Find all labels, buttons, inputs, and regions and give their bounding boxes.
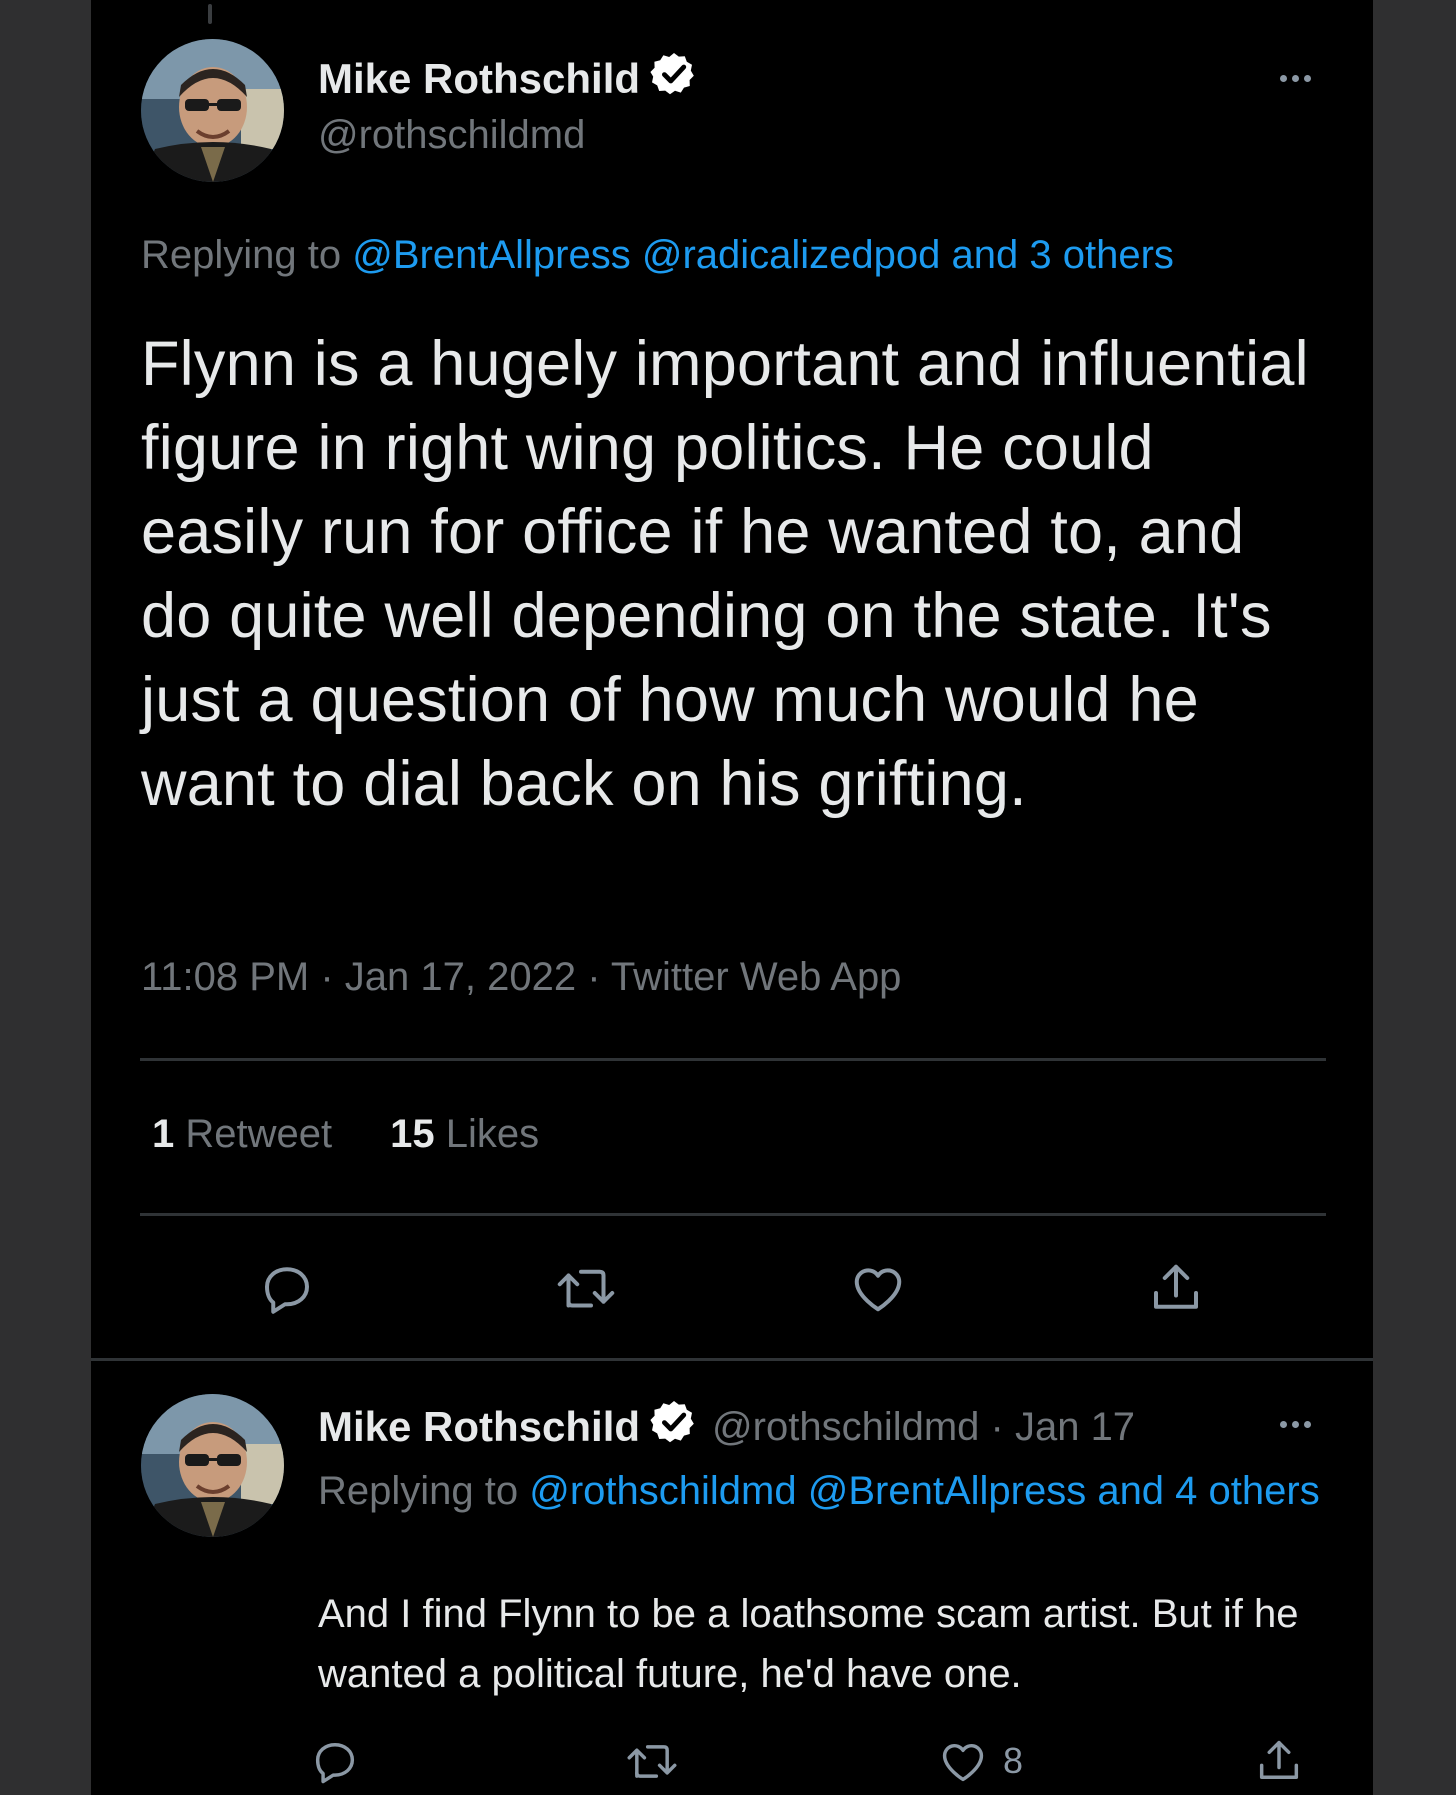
share-icon: [1154, 1264, 1198, 1309]
replying-to-label: Replying to: [141, 233, 342, 277]
like-button[interactable]: [848, 1258, 908, 1318]
like-icon: [942, 1743, 984, 1782]
retweet-icon: [557, 1269, 615, 1308]
replying-to-links[interactable]: @rothschildmd @BrentAllpress and 4 other…: [529, 1469, 1319, 1513]
divider: [140, 1213, 1326, 1216]
likes-label: Likes: [445, 1112, 540, 1156]
reply-button[interactable]: [309, 1735, 361, 1787]
more-options-icon[interactable]: [1280, 1421, 1311, 1428]
author-display-name[interactable]: Mike Rothschild: [318, 55, 640, 103]
tweet-timestamp[interactable]: 11:08 PM · Jan 17, 2022 · Twitter Web Ap…: [141, 955, 901, 1000]
verified-badge-icon: [650, 50, 698, 108]
author-name-row: Mike Rothschild: [318, 50, 698, 108]
verified-badge-icon: [650, 1398, 698, 1456]
replying-to-label: Replying to: [318, 1469, 519, 1513]
reply-tweet-text: And I find Flynn to be a loathsome scam …: [318, 1592, 1299, 1696]
divider: [140, 1058, 1326, 1061]
reply-button[interactable]: [257, 1258, 317, 1318]
author-handle[interactable]: @rothschildmd: [318, 113, 585, 158]
share-button[interactable]: [1253, 1735, 1305, 1787]
section-divider: [91, 1358, 1373, 1361]
retweet-button[interactable]: [553, 1258, 619, 1318]
tweet-text: Flynn is a hugely important and influent…: [141, 329, 1309, 819]
retweet-icon: [627, 1745, 677, 1778]
reply-handle-date[interactable]: @rothschildmd · Jan 17: [712, 1405, 1135, 1450]
reply-replying-to-line: Replying to @rothschildmd @BrentAllpress…: [318, 1461, 1328, 1521]
reply-author-display-name[interactable]: Mike Rothschild: [318, 1403, 640, 1451]
like-button[interactable]: 8: [937, 1735, 1023, 1787]
retweet-label: Retweet: [185, 1112, 333, 1156]
engagement-stats: 1 Retweet 15 Likes: [152, 1112, 539, 1157]
reply-like-count: 8: [1003, 1740, 1024, 1781]
tweet-thread: Mike Rothschild @rothschildmd Replying t…: [91, 0, 1373, 1795]
replying-to-links[interactable]: @BrentAllpress @radicalizedpod and 3 oth…: [352, 233, 1174, 277]
reply-icon: [315, 1743, 355, 1784]
like-icon: [854, 1268, 902, 1312]
likes-stat[interactable]: 15 Likes: [390, 1112, 539, 1157]
thread-connector-line: [208, 4, 212, 24]
avatar[interactable]: [141, 39, 284, 182]
retweet-button[interactable]: [623, 1735, 681, 1787]
more-options-icon[interactable]: [1280, 75, 1311, 82]
retweet-stat[interactable]: 1 Retweet: [152, 1112, 332, 1157]
reply-author-row: Mike Rothschild @rothschildmd · Jan 17: [318, 1398, 1135, 1456]
share-button[interactable]: [1146, 1258, 1206, 1318]
share-icon: [1259, 1740, 1299, 1779]
reply-icon: [265, 1267, 309, 1314]
retweet-count: 1: [152, 1112, 175, 1156]
avatar[interactable]: [141, 1394, 284, 1537]
replying-to-line: Replying to @BrentAllpress @radicalizedp…: [141, 233, 1174, 278]
likes-count: 15: [390, 1112, 435, 1156]
